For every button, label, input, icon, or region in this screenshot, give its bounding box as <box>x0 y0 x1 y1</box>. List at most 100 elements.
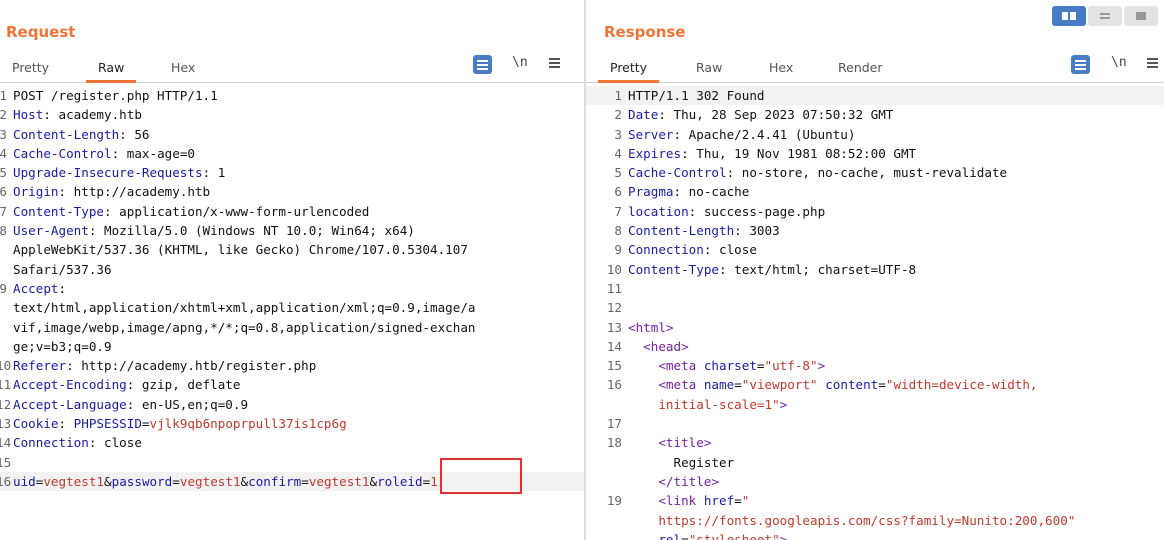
side-by-side-layout-icon[interactable] <box>1052 6 1086 26</box>
token: = <box>681 531 689 540</box>
token: Origin <box>13 184 59 200</box>
layout-buttons <box>1052 6 1158 26</box>
line-number: 8 <box>0 223 7 239</box>
token: Host <box>13 107 44 123</box>
line-text: <head> <box>628 337 1164 356</box>
line-number: 6 <box>0 184 7 200</box>
line-number: 11 <box>0 377 12 393</box>
token: : 56 <box>119 126 150 142</box>
token: > <box>779 396 788 412</box>
code-line: 4 Cache-Control: max-age=0 <box>0 144 584 163</box>
line-number: 3 <box>0 126 7 142</box>
token: Content-Length <box>13 126 120 142</box>
request-editor[interactable]: 1 POST /register.php HTTP/1.1 2 Host: acade… <box>0 86 584 492</box>
token: Pragma <box>628 184 674 200</box>
line-number: 12 <box>0 396 12 412</box>
token: Server <box>628 126 674 142</box>
code-line: 15 <meta charset="utf-8"> <box>586 356 1164 375</box>
token: HTTP/1.1 302 Found <box>628 88 765 103</box>
line-text: POST /register.php HTTP/1.1 <box>13 86 584 105</box>
line-number: 9 <box>0 280 7 296</box>
code-line: 1 HTTP/1.1 302 Found <box>586 86 1164 106</box>
menu-icon[interactable] <box>1147 58 1158 60</box>
token: & <box>104 473 112 489</box>
line-number: 4 <box>614 145 622 161</box>
token: Referer <box>13 358 67 374</box>
token: charset <box>703 358 757 374</box>
response-editor[interactable]: 1 HTTP/1.1 302 Found 2 Date: Thu, 28 Sep 20… <box>586 86 1164 540</box>
stacked-layout-icon[interactable] <box>1088 6 1122 26</box>
tabbed-layout-icon[interactable] <box>1124 6 1158 26</box>
newline-toggle-icon[interactable]: \n <box>512 55 528 70</box>
token: = <box>172 473 180 489</box>
token: <title> <box>658 435 712 451</box>
token: <html> <box>628 319 674 335</box>
code-line: 11 <box>586 279 1164 298</box>
message-actions-icon[interactable] <box>473 55 492 74</box>
line-text: Server: Apache/2.4.41 (Ubuntu) <box>628 125 1164 144</box>
line-text: Expires: Thu, 19 Nov 1981 08:52:00 GMT <box>628 144 1164 163</box>
request-tab-hex[interactable]: Hex <box>171 60 195 83</box>
code-line: 3 Server: Apache/2.4.41 (Ubuntu) <box>586 125 1164 144</box>
line-number: 11 <box>606 280 622 296</box>
line-text <box>628 298 1164 317</box>
newline-toggle-icon[interactable]: \n <box>1111 55 1127 70</box>
line-text: Pragma: no-cache <box>628 182 1164 201</box>
response-tab-render[interactable]: Render <box>838 60 883 83</box>
token: = <box>141 416 150 432</box>
code-line: 12Accept-Language: en-US,en;q=0.9 <box>0 395 584 414</box>
line-number: 14 <box>606 338 622 354</box>
token: = <box>878 377 886 393</box>
token: = <box>301 473 309 489</box>
token: href <box>703 493 735 509</box>
line-text: Accept-Language: en-US,en;q=0.9 <box>13 395 584 414</box>
line-text <box>628 279 1164 298</box>
code-line: 9 Accept: text/html,application/xhtml+xml… <box>0 279 584 356</box>
token: : academy.htb <box>43 107 142 123</box>
token: : http://academy.htb <box>58 184 211 200</box>
request-tab-pretty[interactable]: Pretty <box>12 60 49 83</box>
token: : no-cache <box>673 184 750 200</box>
token: : no-store, no-cache, must-revalidate <box>726 165 1008 181</box>
response-tab-hex[interactable]: Hex <box>769 60 793 83</box>
request-tab-raw[interactable]: Raw <box>86 60 137 83</box>
line-number: 2 <box>0 107 7 123</box>
code-line: 2 Host: academy.htb <box>0 105 584 124</box>
line-text: <html> <box>628 318 1164 337</box>
token: Cache-Control <box>628 165 727 181</box>
line-number: 1 <box>0 88 7 103</box>
token: <meta <box>658 377 704 393</box>
line-text: <meta charset="utf-8"> <box>628 356 1164 375</box>
menu-icon[interactable] <box>549 58 560 60</box>
token: <meta <box>658 358 704 374</box>
code-line: 11Accept-Encoding: gzip, deflate <box>0 375 584 394</box>
message-actions-icon[interactable] <box>1071 55 1090 74</box>
token: : Thu, 28 Sep 2023 07:50:32 GMT <box>658 107 894 123</box>
token: content <box>825 377 879 393</box>
token: "viewport" <box>741 377 818 393</box>
line-text: Host: academy.htb <box>13 105 584 124</box>
token: = <box>734 493 742 509</box>
response-tab-pretty[interactable]: Pretty <box>598 60 660 83</box>
code-line: 10Referer: http://academy.htb/register.p… <box>0 356 584 375</box>
token: confirm <box>248 473 302 489</box>
request-tabbar: Pretty Raw Hex <box>0 52 584 83</box>
token: rel <box>658 531 682 540</box>
token: password <box>111 473 173 489</box>
line-number: 19 <box>606 493 622 509</box>
token: : text/html; charset=UTF-8 <box>719 261 917 277</box>
token: </title> <box>658 473 720 489</box>
line-text: User-Agent: Mozilla/5.0 (Windows NT 10.0… <box>13 221 584 279</box>
line-text: Referer: http://academy.htb/register.php <box>13 356 584 375</box>
code-line: 5 Cache-Control: no-store, no-cache, must… <box>586 163 1164 182</box>
response-tab-raw[interactable]: Raw <box>696 60 722 83</box>
token: & <box>240 473 249 489</box>
token: POST /register.php HTTP/1.1 <box>13 88 218 103</box>
code-line: 16 <meta name="viewport" content="width=… <box>586 375 1164 414</box>
line-text: Content-Length: 3003 <box>628 221 1164 240</box>
code-line: 3 Content-Length: 56 <box>0 125 584 144</box>
token: Cache-Control <box>13 145 112 161</box>
token: "stylesheet" <box>688 531 780 540</box>
